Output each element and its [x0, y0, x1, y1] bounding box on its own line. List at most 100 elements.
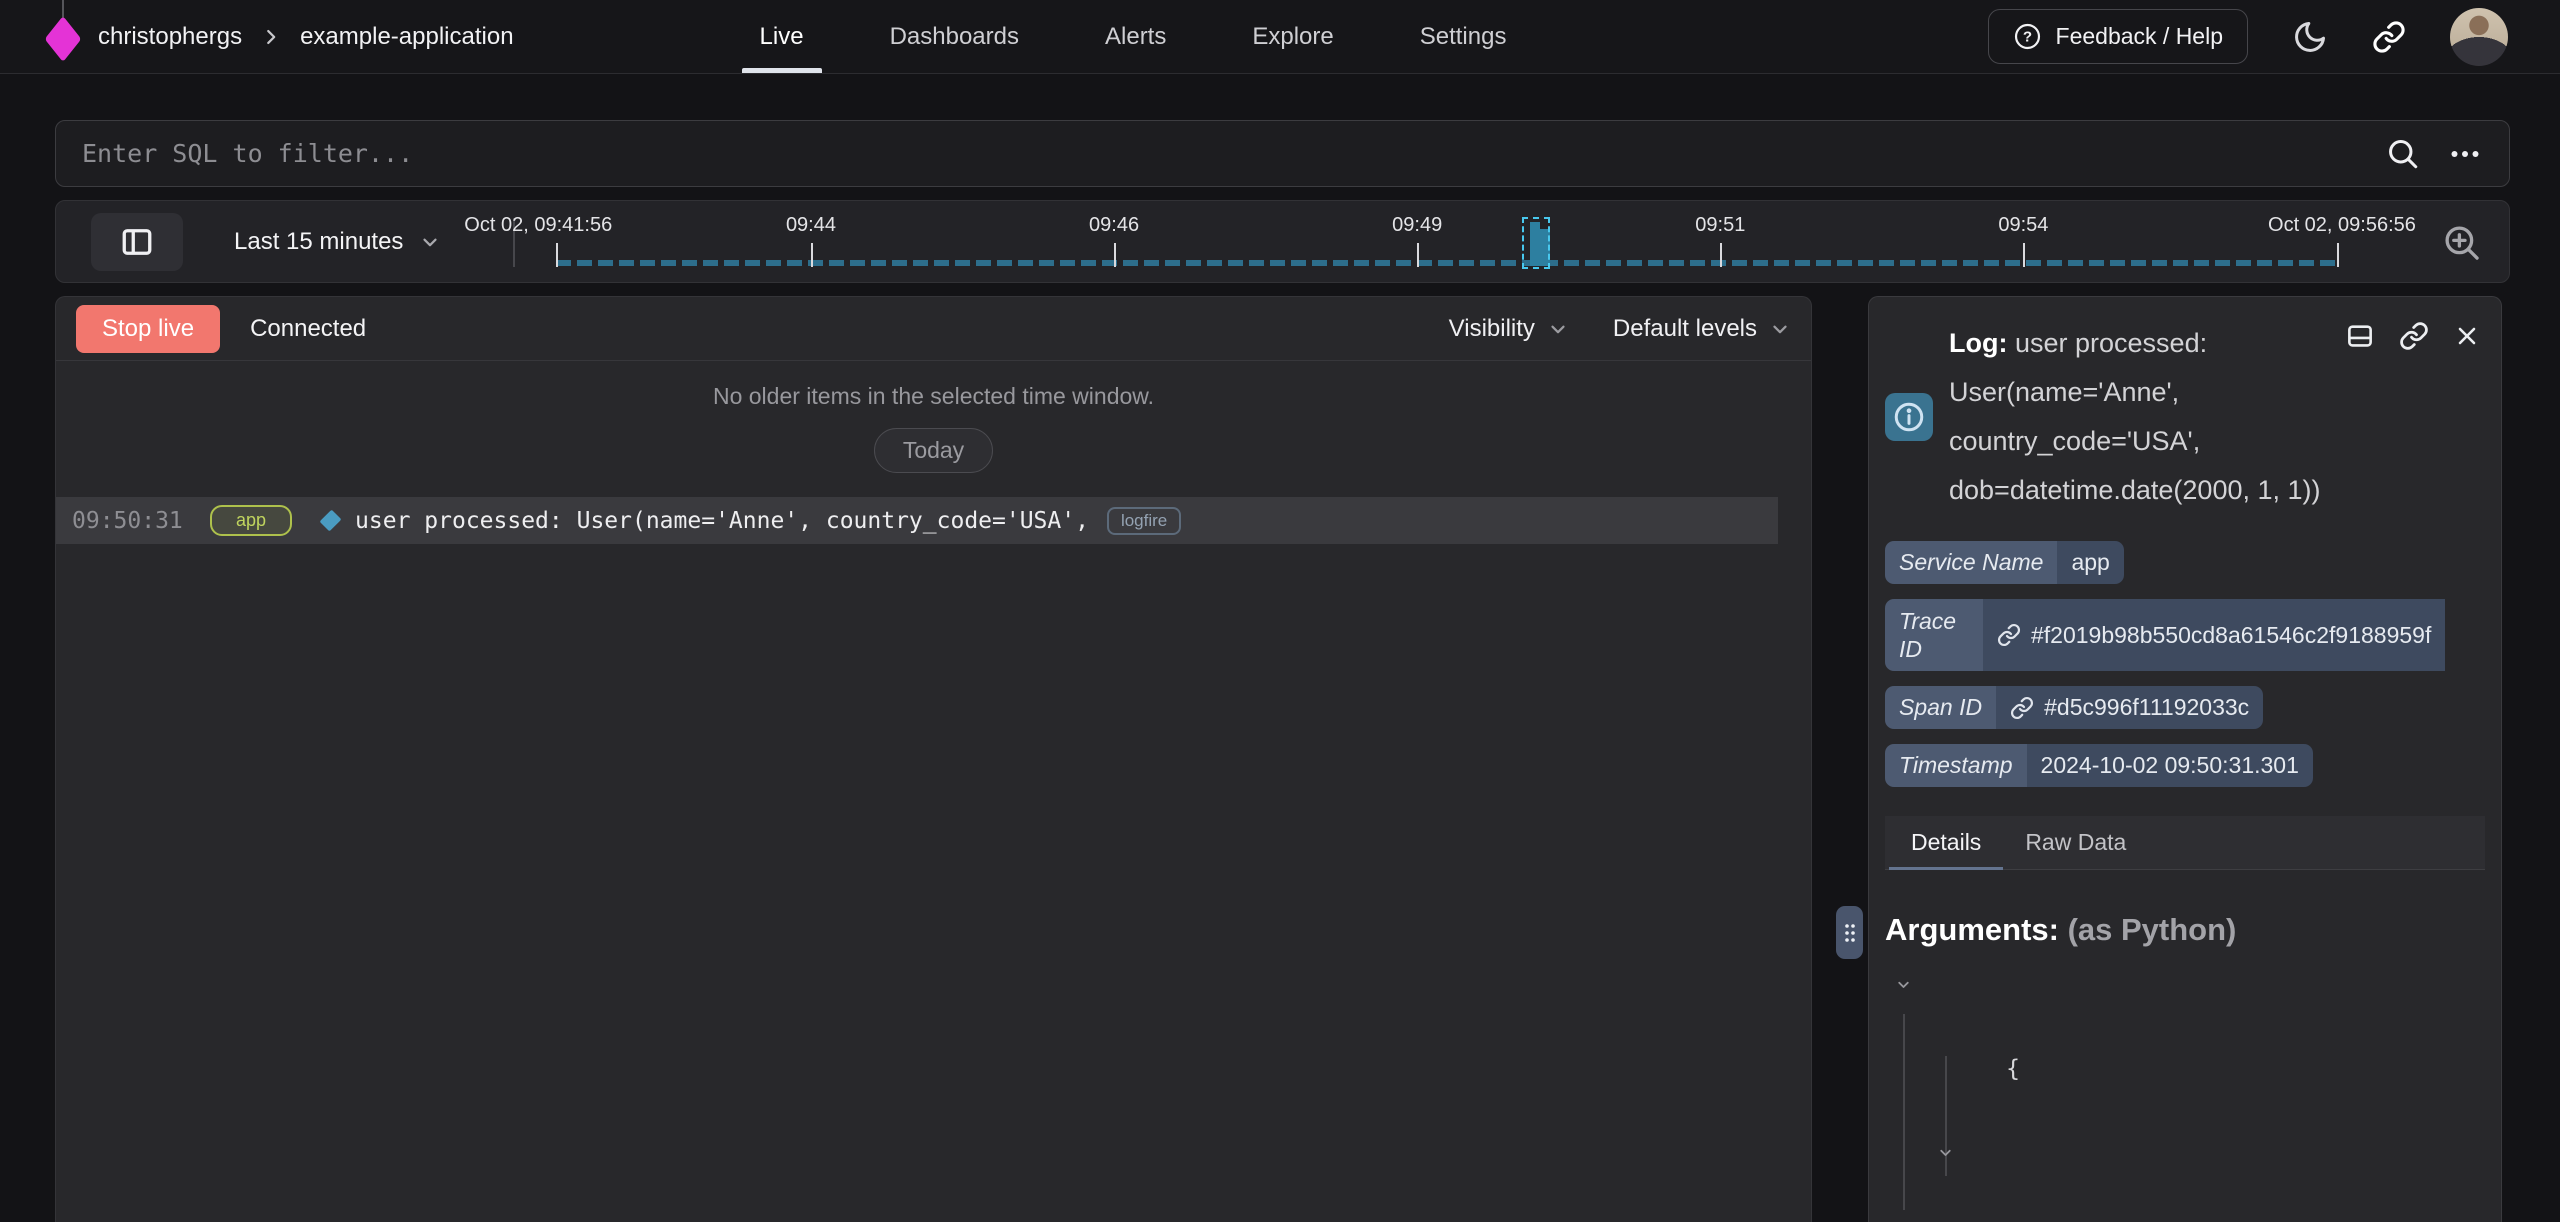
axis-end-label: Oct 02, 09:56:56: [2268, 214, 2416, 237]
log-row-message: user processed: User(name='Anne', countr…: [355, 508, 1089, 534]
log-level-diamond-icon: [320, 510, 342, 532]
code-line: 'user': User(: [1885, 1132, 2485, 1222]
feedback-help-button[interactable]: ? Feedback / Help: [1988, 9, 2248, 64]
detail-title-prefix: Log:: [1949, 328, 2007, 358]
zoom-in-icon[interactable]: [2441, 222, 2483, 264]
time-range-selector[interactable]: Last 15 minutes: [234, 201, 441, 282]
detail-header: Log: user processed: User(name='Anne', c…: [1885, 319, 2485, 515]
svg-text:?: ?: [2022, 29, 2031, 46]
scope-tag[interactable]: logfire: [1107, 507, 1181, 535]
info-icon: [1885, 393, 1933, 441]
arguments-mode: (as Python): [2068, 912, 2237, 947]
axis-tick-label: 09:54: [1998, 214, 2048, 237]
trace-id-badge[interactable]: Trace ID #f2019b98b550cd8a61546c2f918895…: [1885, 599, 2485, 671]
arguments-title: Arguments:: [1885, 912, 2059, 947]
empty-window-message: No older items in the selected time wind…: [56, 383, 1811, 410]
arguments-code-block: { 'user': User( name='Anne', country_cod…: [1885, 964, 2485, 1222]
tab-settings[interactable]: Settings: [1414, 0, 1513, 73]
share-link-icon[interactable]: [2372, 20, 2406, 54]
span-id-value: #d5c996f11192033c: [2044, 694, 2249, 721]
connection-status: Connected: [250, 315, 366, 343]
main-nav: Live Dashboards Alerts Explore Settings: [754, 0, 1513, 73]
code-line: {: [1885, 964, 2485, 1132]
sql-filter-input[interactable]: [82, 139, 2385, 168]
trace-id-value: #f2019b98b550cd8a61546c2f9188959f: [2031, 622, 2431, 649]
question-circle-icon: ?: [2013, 22, 2042, 51]
dock-panel-icon[interactable]: [2345, 321, 2375, 351]
span-id-badge[interactable]: Span ID #d5c996f11192033c: [1885, 686, 2263, 729]
service-tag[interactable]: app: [210, 505, 292, 536]
badge-label: Service Name: [1885, 541, 2057, 584]
logo-diamond-icon: [45, 16, 82, 62]
axis-tickmark: [556, 243, 558, 267]
top-navigation-bar: christophergs example-application Live D…: [0, 0, 2560, 74]
link-icon: [1997, 623, 2021, 647]
collapse-chevron-icon[interactable]: [1895, 976, 1912, 993]
logfire-logo-icon[interactable]: [46, 0, 80, 74]
breadcrumb: christophergs example-application: [0, 0, 514, 74]
axis-tick-label: 09:49: [1392, 214, 1442, 237]
time-range-label: Last 15 minutes: [234, 228, 403, 256]
live-view-panel: Stop live Connected Visibility Default l…: [55, 296, 1812, 1222]
copy-link-icon[interactable]: [2399, 321, 2429, 351]
axis-tickmark: [811, 243, 813, 267]
axis-tickmark: [1417, 243, 1419, 267]
axis-tickmark: [2337, 243, 2339, 267]
empty-window-section: No older items in the selected time wind…: [56, 361, 1811, 497]
timeline-baseline: [556, 260, 2339, 266]
log-row[interactable]: 09:50:31 app user processed: User(name='…: [56, 497, 1778, 544]
badge-label: Span ID: [1885, 686, 1996, 729]
axis-tick-label: 09:44: [786, 214, 836, 237]
default-levels-dropdown[interactable]: Default levels: [1613, 315, 1791, 343]
tab-alerts[interactable]: Alerts: [1099, 0, 1172, 73]
close-icon[interactable]: [2453, 321, 2481, 351]
more-options-icon[interactable]: [2447, 136, 2483, 172]
collapse-chevron-icon[interactable]: [1937, 1144, 1954, 1161]
timestamp-value: 2024-10-02 09:50:31.301: [2027, 744, 2313, 787]
axis-start-label: Oct 02, 09:41:56: [464, 214, 612, 237]
timeline-axis[interactable]: Oct 02, 09:41:56 09:44 09:46 09:49 09:51…: [556, 201, 2339, 284]
tab-details[interactable]: Details: [1889, 816, 2003, 869]
detail-tabs: Details Raw Data: [1885, 816, 2485, 870]
search-icon[interactable]: [2385, 136, 2421, 172]
sidebar-toggle-button[interactable]: [91, 213, 183, 271]
tab-dashboards[interactable]: Dashboards: [884, 0, 1025, 73]
badge-value: app: [2057, 541, 2123, 584]
timeline-bar: Last 15 minutes Oct 02, 09:41:56 09:44 0…: [55, 200, 2510, 283]
breadcrumb-chevron-icon: [260, 26, 282, 48]
stop-live-button[interactable]: Stop live: [76, 305, 220, 353]
tab-live[interactable]: Live: [754, 0, 810, 73]
user-avatar[interactable]: [2450, 8, 2508, 66]
visibility-dropdown[interactable]: Visibility: [1449, 315, 1569, 343]
axis-tick-label: 09:51: [1695, 214, 1745, 237]
log-row-time: 09:50:31: [72, 508, 210, 534]
attribute-badges: Service Name app Trace ID #f2019b98b550c…: [1885, 541, 2485, 802]
tab-raw-data[interactable]: Raw Data: [2003, 816, 2148, 869]
badge-label: Trace ID: [1885, 599, 1983, 671]
timestamp-badge: Timestamp 2024-10-02 09:50:31.301: [1885, 744, 2313, 787]
service-name-badge: Service Name app: [1885, 541, 2124, 584]
feedback-help-label: Feedback / Help: [2056, 23, 2223, 50]
axis-tickmark: [2023, 243, 2025, 267]
histogram-selection[interactable]: [1522, 217, 1550, 269]
badge-label: Timestamp: [1885, 744, 2027, 787]
breadcrumb-org[interactable]: christophergs: [98, 23, 242, 51]
chevron-down-icon: [1547, 318, 1569, 340]
today-button[interactable]: Today: [874, 428, 993, 473]
theme-toggle-moon-icon[interactable]: [2292, 19, 2328, 55]
sql-filter-bar: [55, 120, 2510, 187]
axis-tickmark: [1114, 243, 1116, 267]
detail-title: Log: user processed: User(name='Anne', c…: [1949, 319, 2329, 515]
live-view-header: Stop live Connected Visibility Default l…: [56, 297, 1811, 361]
default-levels-label: Default levels: [1613, 315, 1757, 343]
tab-explore[interactable]: Explore: [1246, 0, 1339, 73]
arguments-heading: Arguments: (as Python): [1885, 912, 2485, 948]
link-icon: [2010, 696, 2034, 720]
axis-tickmark: [1720, 243, 1722, 267]
log-detail-panel: Log: user processed: User(name='Anne', c…: [1868, 296, 2502, 1222]
chevron-down-icon: [1769, 318, 1791, 340]
breadcrumb-project[interactable]: example-application: [300, 23, 513, 51]
visibility-label: Visibility: [1449, 315, 1535, 343]
axis-tick-label: 09:46: [1089, 214, 1139, 237]
panel-resize-handle[interactable]: [1836, 906, 1863, 959]
